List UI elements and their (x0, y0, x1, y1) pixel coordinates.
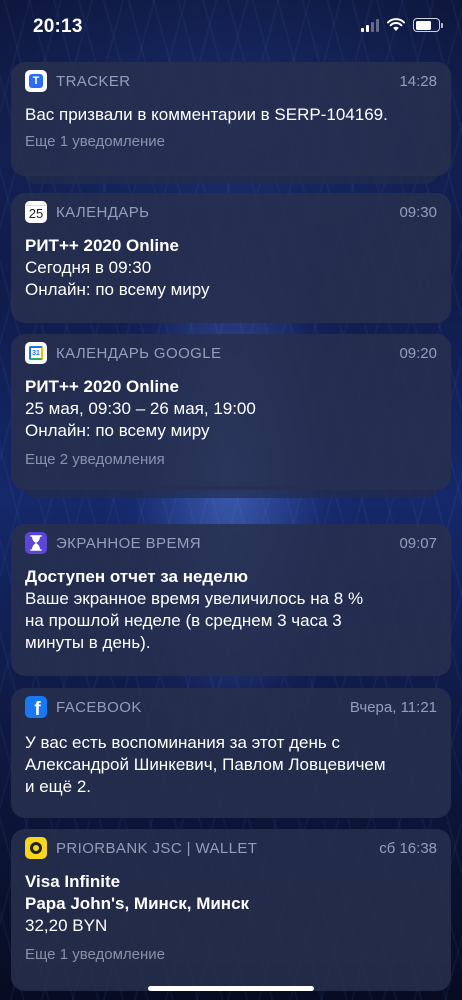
notification-header: ЭКРАННОЕ ВРЕМЯ 09:07 (25, 532, 437, 554)
notification-text: Вас призвали в комментарии в SERP-104169… (25, 105, 388, 124)
notification-subtitle: Papa John's, Минск, Минск (25, 894, 250, 913)
notification-text: и ещё 2. (25, 777, 92, 796)
battery-icon (413, 18, 443, 32)
status-bar: 20:13 (0, 0, 462, 56)
home-indicator[interactable] (148, 986, 314, 991)
app-name: TRACKER (56, 72, 131, 90)
notification-body: РИТ++ 2020 Online 25 мая, 09:30 – 26 мая… (25, 376, 437, 470)
notification-text: 32,20 BYN (25, 916, 108, 935)
more-notifications-link[interactable]: Еще 1 уведомление (25, 132, 437, 152)
app-name: КАЛЕНДАРЬ (56, 203, 150, 221)
app-name: PRIORBANK JSC | WALLET (56, 839, 258, 857)
notification-text: Онлайн: по всему миру (25, 421, 210, 440)
wifi-icon (387, 18, 405, 31)
status-time: 20:13 (33, 16, 83, 37)
notification-body: Доступен отчет за неделю Ваше экранное в… (25, 566, 437, 654)
facebook-icon: f (25, 696, 47, 718)
notification-text: Сегодня в 09:30 (25, 258, 152, 277)
priorbank-icon (25, 837, 47, 859)
notification-time: 09:07 (399, 534, 437, 552)
notification-screen-time[interactable]: ЭКРАННОЕ ВРЕМЯ 09:07 Доступен отчет за н… (11, 524, 451, 676)
hourglass-icon (25, 532, 47, 554)
notification-text: на прошлой неделе (в среднем 3 часа 3 (25, 611, 342, 630)
notification-text: Александрой Шинкевич, Павлом Ловцевичем (25, 755, 386, 774)
notification-text: Ваше экранное время увеличилось на 8 % (25, 589, 364, 608)
notification-text: Онлайн: по всему миру (25, 280, 210, 299)
more-notifications-link[interactable]: Еще 2 уведомления (25, 450, 437, 470)
tracker-icon: T (25, 70, 47, 92)
notification-header: f FACEBOOK Вчера, 11:21 (25, 696, 437, 718)
notification-title: Visa Infinite (25, 872, 121, 891)
notification-title: РИТ++ 2020 Online (25, 236, 179, 255)
notification-body: Visa Infinite Papa John's, Минск, Минск … (25, 871, 437, 965)
notification-time: 09:20 (399, 344, 437, 362)
notification-title: Доступен отчет за неделю (25, 567, 248, 586)
more-notifications-link[interactable]: Еще 1 уведомление (25, 945, 437, 965)
cellular-signal-icon (361, 18, 379, 32)
notification-header: 31 КАЛЕНДАРЬ GOOGLE 09:20 (25, 342, 437, 364)
notification-text: У вас есть воспоминания за этот день с (25, 733, 340, 752)
notification-text: 25 мая, 09:30 – 26 мая, 19:00 (25, 399, 256, 418)
notification-header: PRIORBANK JSC | WALLET сб 16:38 (25, 837, 437, 859)
notification-priorbank[interactable]: PRIORBANK JSC | WALLET сб 16:38 Visa Inf… (11, 829, 451, 991)
notification-facebook[interactable]: f FACEBOOK Вчера, 11:21 У вас есть воспо… (11, 688, 451, 818)
notification-header: 25 КАЛЕНДАРЬ 09:30 (25, 201, 437, 223)
notification-google-calendar[interactable]: 31 КАЛЕНДАРЬ GOOGLE 09:20 РИТ++ 2020 Onl… (11, 334, 451, 490)
notification-header: T TRACKER 14:28 (25, 70, 437, 92)
notification-time: 09:30 (399, 203, 437, 221)
notification-tracker[interactable]: T TRACKER 14:28 Вас призвали в комментар… (11, 62, 451, 176)
notification-time: сб 16:38 (379, 839, 437, 857)
app-name: FACEBOOK (56, 698, 142, 716)
status-icons (361, 18, 443, 32)
notification-text: минуты в день). (25, 633, 151, 652)
notification-calendar[interactable]: 25 КАЛЕНДАРЬ 09:30 РИТ++ 2020 Online Сег… (11, 193, 451, 323)
notification-body: РИТ++ 2020 Online Сегодня в 09:30 Онлайн… (25, 235, 437, 301)
app-name: ЭКРАННОЕ ВРЕМЯ (56, 534, 201, 552)
notification-time: 14:28 (399, 72, 437, 90)
notification-body: Вас призвали в комментарии в SERP-104169… (25, 104, 437, 152)
notification-title: РИТ++ 2020 Online (25, 377, 179, 396)
notification-body: У вас есть воспоминания за этот день с А… (25, 732, 437, 798)
google-calendar-icon: 31 (25, 342, 47, 364)
app-name: КАЛЕНДАРЬ GOOGLE (56, 344, 222, 362)
calendar-icon: 25 (25, 201, 47, 223)
notification-time: Вчера, 11:21 (349, 698, 437, 716)
